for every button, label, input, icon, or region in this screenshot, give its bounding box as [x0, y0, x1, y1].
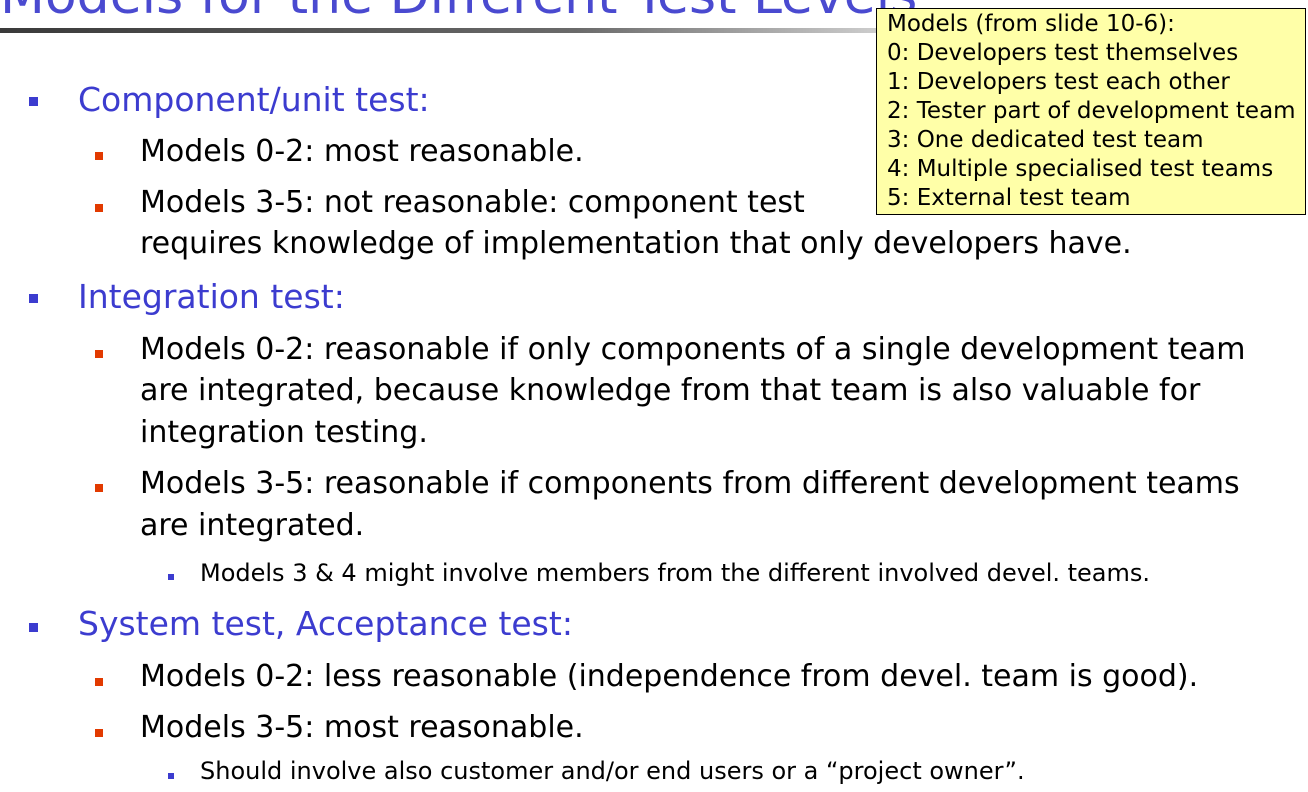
title-divider [0, 28, 960, 33]
bullet-point-continuation: integration testing. [140, 415, 428, 450]
bullet-point-continuation: requires knowledge of implementation tha… [140, 226, 1132, 261]
bullet-square-icon [95, 204, 103, 212]
bullet-point: Models 3-5: most reasonable. [140, 710, 584, 745]
bullet-square-icon [168, 773, 174, 779]
bullet-square-icon [95, 484, 103, 492]
bullet-square-icon [95, 729, 103, 737]
sub-bullet-point: Models 3 & 4 might involve members from … [200, 559, 1151, 587]
bullet-square-icon [95, 678, 103, 686]
bullet-point: Models 3-5: not reasonable: component te… [140, 185, 805, 220]
models-callout-box: Models (from slide 10-6): 0: Developers … [876, 8, 1306, 215]
bullet-square-icon [29, 294, 38, 303]
callout-item: 0: Developers test themselves [887, 40, 1239, 66]
callout-heading: Models (from slide 10-6): [887, 11, 1175, 37]
bullet-point: Models 0-2: most reasonable. [140, 134, 584, 169]
slide-title: Models for the Different Test Levels [0, 0, 917, 22]
bullet-point-continuation: are integrated, because knowledge from t… [140, 373, 1201, 408]
callout-item: 4: Multiple specialised test teams [887, 156, 1274, 182]
bullet-square-icon [95, 350, 103, 358]
bullet-square-icon [168, 574, 174, 580]
bullet-square-icon [29, 97, 38, 106]
callout-item: 2: Tester part of development team [887, 98, 1296, 124]
section-heading: System test, Acceptance test: [78, 604, 573, 643]
bullet-square-icon [95, 152, 103, 160]
section-heading: Integration test: [78, 277, 345, 316]
sub-bullet-point: Should involve also customer and/or end … [200, 757, 1025, 785]
callout-item: 5: External test team [887, 185, 1131, 211]
callout-item: 3: One dedicated test team [887, 127, 1204, 153]
bullet-point: Models 0-2: less reasonable (independenc… [140, 659, 1199, 694]
section-heading: Component/unit test: [78, 80, 430, 119]
bullet-point-continuation: are integrated. [140, 508, 365, 543]
bullet-point: Models 0-2: reasonable if only component… [140, 332, 1246, 367]
bullet-point: Models 3-5: reasonable if components fro… [140, 466, 1240, 501]
bullet-square-icon [29, 623, 38, 632]
callout-item: 1: Developers test each other [887, 69, 1230, 95]
